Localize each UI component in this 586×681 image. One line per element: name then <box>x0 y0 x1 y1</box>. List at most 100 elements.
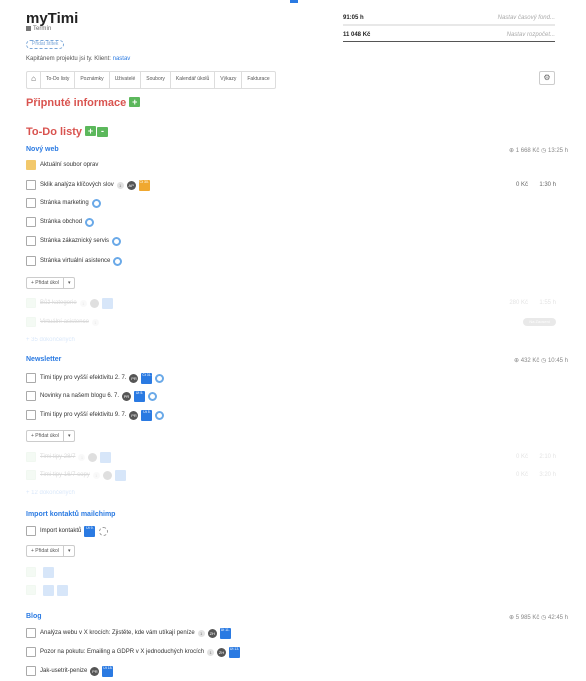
task-checkbox[interactable] <box>26 180 36 190</box>
tab-calendar[interactable]: Kalendář úkolů <box>171 72 216 88</box>
task-row[interactable]: Sklik analýza klíčových slov 1 AP Čt 30.… <box>26 178 556 192</box>
done-task-row[interactable]: Timi tipy 16/7 copy 1 0 Kč 3:20 h <box>26 468 556 482</box>
home-icon[interactable]: ⌂ <box>27 72 41 88</box>
task-checkbox[interactable] <box>26 317 36 327</box>
due-date: Út 18. <box>102 665 114 677</box>
gear-icon[interactable]: ⚙ <box>539 71 555 85</box>
add-task-button[interactable]: + Přidat úkol ▾ <box>26 277 76 289</box>
task-checkbox[interactable] <box>26 666 36 676</box>
time-budget[interactable]: 91:05 h Nastav časový fond... <box>343 15 555 26</box>
task-row[interactable]: Analýza webu v X krocích: Zjistěte, kde … <box>26 626 556 640</box>
note-item[interactable]: Aktuální soubor oprav <box>26 158 556 172</box>
due-date: Út 9. <box>84 525 96 537</box>
chevron-down-icon[interactable]: ▾ <box>62 546 75 556</box>
avatar: ZH <box>207 628 217 638</box>
add-pinned-button[interactable]: + <box>129 97 141 107</box>
task-checkbox[interactable] <box>26 470 36 480</box>
avatar: PR <box>122 391 132 401</box>
task-row[interactable]: Timi tipy pro vyšší efektivitu 2. 7. PR Čt… <box>26 371 556 385</box>
chevron-down-icon[interactable]: ▾ <box>62 431 75 441</box>
money-placeholder[interactable]: Nastav rozpočet... <box>507 32 555 38</box>
task-row[interactable]: Pozor na pokutu: Emailing a GDPR v X jed… <box>26 645 556 659</box>
list-title-blog[interactable]: Blog <box>26 613 42 620</box>
money-budget[interactable]: 11 048 Kč Nastav rozpočet... <box>343 32 555 42</box>
done-task-row[interactable] <box>26 583 556 597</box>
task-time: 1:55 h <box>539 300 556 306</box>
show-completed-link[interactable]: + 35 dokončených <box>26 333 556 347</box>
money-progress-bar <box>343 41 555 42</box>
tab-invoicing[interactable]: Fakturace <box>242 72 274 88</box>
task-row[interactable]: Novinky na našem blogu 6. 7. PR Út 5. <box>26 389 556 403</box>
task-checkbox[interactable] <box>26 373 36 383</box>
list-meta: ⊕ 1 668 Kč ◷ 13:25 h <box>509 148 568 154</box>
comment-count: 1 <box>91 318 99 326</box>
task-row[interactable]: Stránka obchod <box>26 215 556 229</box>
done-task-row[interactable]: Virtuální asistence 1 Na Zaosení <box>26 315 556 329</box>
time-placeholder[interactable]: Nastav časový fond... <box>498 15 555 21</box>
task-checkbox[interactable] <box>26 452 36 462</box>
avatar: ZH <box>217 647 227 657</box>
done-task-row[interactable]: Bůž kategorie 1 280 Kč 1:55 h <box>26 296 556 310</box>
task-checkbox[interactable] <box>26 410 36 420</box>
show-completed-link[interactable]: + 12 dokončených <box>26 486 556 500</box>
task-row[interactable]: Stránka zákaznický servis <box>26 234 556 248</box>
tab-files[interactable]: Soubory <box>141 72 171 88</box>
task-checkbox[interactable] <box>26 236 36 246</box>
task-checkbox[interactable] <box>26 585 36 595</box>
avatar: AP <box>126 180 136 190</box>
task-time: 3:20 h <box>539 472 556 478</box>
project-title: myTimi <box>26 10 79 27</box>
client-link[interactable]: nastav <box>113 56 131 62</box>
chevron-down-icon[interactable]: ▾ <box>62 278 75 288</box>
task-row[interactable]: Jak-usetrit-penize PR Út 18. <box>26 664 556 678</box>
add-task-button[interactable]: + Přidat úkol ▾ <box>26 545 76 557</box>
task-cost: 0 Kč <box>515 182 528 188</box>
task-cost: 0 Kč <box>515 454 528 460</box>
task-checkbox[interactable] <box>26 256 36 266</box>
task-checkbox[interactable] <box>26 217 36 227</box>
collapse-lists-button[interactable]: - <box>97 127 109 137</box>
task-checkbox[interactable] <box>26 526 36 536</box>
status-badge: Na Zaosení <box>523 318 556 326</box>
time-value: 91:05 h <box>343 15 364 21</box>
tab-reports[interactable]: Výkazy <box>215 72 243 88</box>
due-date <box>100 451 112 463</box>
task-time: 1:30 h <box>539 182 556 188</box>
done-task-row[interactable]: Timi tipy 28/7 1 0 Kč 2:10 h <box>26 450 556 464</box>
comment-count: 1 <box>116 181 124 189</box>
calendar-icon <box>26 26 31 31</box>
task-checkbox[interactable] <box>26 647 36 657</box>
project-tabs: ⌂ To-Do listy Poznámky Uživatelé Soubory… <box>26 71 276 89</box>
due-date: Út 5. <box>141 409 153 421</box>
task-checkbox[interactable] <box>26 391 36 401</box>
task-row[interactable]: Stránka virtuální asistence <box>26 254 556 268</box>
tab-users[interactable]: Uživatelé <box>110 72 142 88</box>
add-list-button[interactable]: + <box>85 126 97 136</box>
due-date <box>101 297 113 309</box>
top-indicator <box>290 0 298 3</box>
task-checkbox[interactable] <box>26 628 36 638</box>
avatar <box>89 298 99 308</box>
list-title-novy-web[interactable]: Nový web <box>26 146 59 153</box>
comment-count: 1 <box>79 299 87 307</box>
tab-todo-lists[interactable]: To-Do listy <box>41 72 76 88</box>
task-row[interactable]: Stránka marketing <box>26 196 556 210</box>
task-row[interactable]: Import kontaktů Út 9. <box>26 524 556 538</box>
avatar: PR <box>129 373 139 383</box>
add-tag-button[interactable]: Přidat štítek <box>26 40 65 49</box>
task-checkbox[interactable] <box>26 567 36 577</box>
task-row[interactable]: Timi tipy pro vyšší efektivitu 9. 7. PR Út… <box>26 408 556 422</box>
list-title-import[interactable]: Import kontaktů mailchimp <box>26 511 115 518</box>
due-date: Čt 30. <box>138 179 150 191</box>
task-checkbox[interactable] <box>26 298 36 308</box>
list-title-newsletter[interactable]: Newsletter <box>26 356 61 363</box>
done-task-row[interactable] <box>26 565 556 579</box>
todo-heading: To-Do listy + - <box>26 126 109 138</box>
tab-notes[interactable]: Poznámky <box>75 72 110 88</box>
status-circle-icon <box>155 373 165 383</box>
add-task-button[interactable]: + Přidat úkol ▾ <box>26 430 76 442</box>
due-date: Út 5. <box>134 390 146 402</box>
task-time: 2:10 h <box>539 454 556 460</box>
due-date <box>57 584 68 596</box>
task-checkbox[interactable] <box>26 198 36 208</box>
